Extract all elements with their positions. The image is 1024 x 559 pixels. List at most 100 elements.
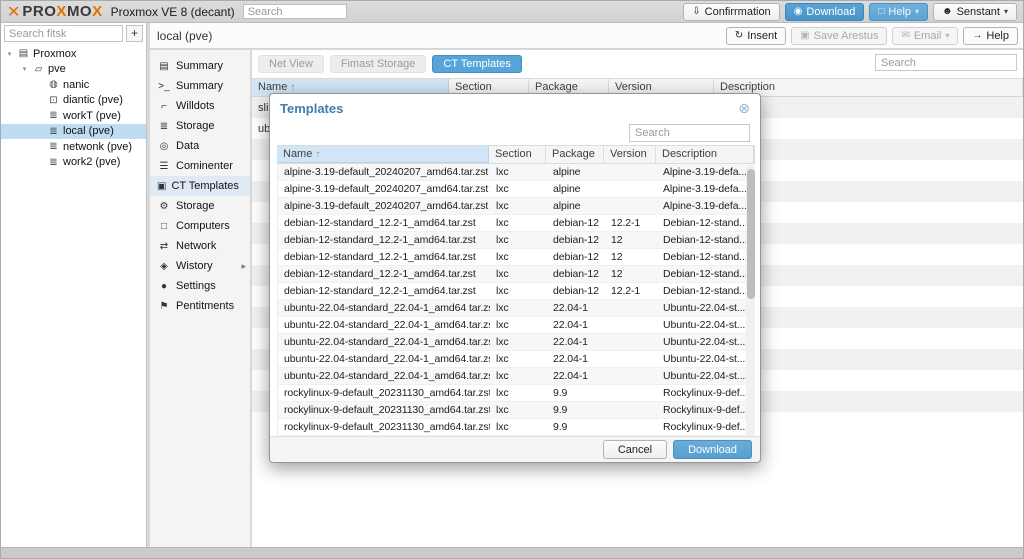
nav-item-label: CT Templates (171, 180, 238, 192)
scrollbar-thumb[interactable] (747, 169, 755, 299)
template-package: 22.04-1 (547, 302, 605, 314)
nav-item[interactable]: ⚙ Storage ▸ (150, 196, 250, 216)
template-description: Ubuntu-22.04-st... (657, 336, 755, 348)
email-button[interactable]: ✉ Email ▾ (892, 27, 958, 45)
dialog-download-button[interactable]: Download (673, 440, 752, 459)
tree-item[interactable]: ▾ ≣ work2 (pve) (1, 155, 146, 171)
template-row[interactable]: ubuntu-22.04-standard_22.04-1_amd64.tar.… (278, 351, 755, 368)
tab[interactable]: Net View (258, 55, 324, 73)
nav-item[interactable]: ◈ Wistory ▸ (150, 256, 250, 276)
tree-item[interactable]: ▾ ▱ pve (1, 62, 146, 78)
tree-filter-input[interactable] (4, 25, 123, 42)
template-row[interactable]: debian-12-standard_12.2-1_amd64.tar.zst … (278, 283, 755, 300)
nav-item[interactable]: >_ Summary ▸ (150, 76, 250, 96)
tab[interactable]: Fimast Storage (330, 55, 427, 73)
dialog-scrollbar[interactable] (746, 165, 755, 440)
template-row[interactable]: alpine-3.19-default_20240207_amd64.tar.z… (278, 164, 755, 181)
template-section: lxc (490, 166, 547, 178)
expander-icon[interactable]: ▾ (5, 50, 14, 58)
tree-item[interactable]: ▾ ≣ local (pve) (1, 124, 146, 140)
sort-asc-icon: ↑ (315, 149, 320, 160)
shield-icon: ◈ (157, 261, 171, 272)
column-header-description[interactable]: Description (656, 146, 754, 163)
global-search-input[interactable] (243, 4, 347, 19)
nav-item[interactable]: ▣ CT Templates ▸ (150, 176, 250, 196)
template-row[interactable]: ubuntu-22.04-standard_22.04-1_amd64.tar.… (278, 334, 755, 351)
column-header-version[interactable]: Version (604, 146, 656, 163)
nav-item[interactable]: ⚑ Pentitments ▸ (150, 296, 250, 316)
dialog-search-input[interactable] (629, 124, 750, 142)
nav-item[interactable]: ▤ Summary ▸ (150, 56, 250, 76)
template-row[interactable]: rockylinux-9-default_20231130_amd64.tar.… (278, 419, 755, 436)
cancel-button[interactable]: Cancel (603, 440, 667, 459)
insert-button[interactable]: ↻ Insent (726, 27, 786, 45)
nav-item[interactable]: ⇄ Network ▸ (150, 236, 250, 256)
tree-item[interactable]: ▾ ≣ workT (pve) (1, 108, 146, 124)
node-toolbar: local (pve) ↻ Insent ▣ Save Arestus ✉ Em… (150, 23, 1023, 49)
template-row[interactable]: debian-12-standard_12.2-1_amd64.tar.zst … (278, 215, 755, 232)
dialog-grid-body: alpine-3.19-default_20240207_amd64.tar.z… (277, 164, 755, 439)
template-package: 22.04-1 (547, 370, 605, 382)
user-menu-button[interactable]: ☻ Senstant ▾ (933, 3, 1017, 21)
nav-item-label: Data (176, 140, 199, 152)
download-button[interactable]: ◉ Download (785, 3, 865, 21)
nav-item[interactable]: ● Settings ▸ (150, 276, 250, 296)
template-package: 9.9 (547, 387, 605, 399)
template-icon: ▣ (157, 181, 166, 192)
template-name: rockylinux-9-default_20231130_amd64.tar.… (278, 404, 490, 416)
monitor-icon: ⊡ (47, 95, 60, 106)
template-row[interactable]: rockylinux-9-default_20231130_amd64.tar.… (278, 402, 755, 419)
nav-item[interactable]: ☰ Cominenter ▸ (150, 156, 250, 176)
template-package: 9.9 (547, 404, 605, 416)
template-row[interactable]: debian-12-standard_12.2-1_amd64.tar.zst … (278, 232, 755, 249)
column-header-description[interactable]: Description (714, 79, 1023, 96)
column-header-section[interactable]: Section (489, 146, 546, 163)
confirmation-button[interactable]: ⇩ Confirrmation (683, 3, 779, 21)
template-row[interactable]: debian-12-standard_12.2-1_amd64.tar.zst … (278, 249, 755, 266)
breadcrumb: local (pve) (155, 29, 212, 43)
template-description: Rockylinux-9-def... (657, 387, 755, 399)
user-icon: ☻ (942, 7, 953, 17)
tree-item[interactable]: ▾ ⊡ diantic (pve) (1, 93, 146, 109)
template-name: ubuntu-22.04-standard_22.04-1_amd64.tar.… (278, 353, 490, 365)
storage-icon: ≣ (157, 121, 171, 132)
database-icon: ≣ (47, 157, 60, 168)
tree-item[interactable]: ▾ ▤ Proxmox (1, 46, 146, 62)
template-row[interactable]: ubuntu-22.04-standard_22.04-1_amd64.tar.… (278, 368, 755, 385)
nav-item[interactable]: ◎ Data ▸ (150, 136, 250, 156)
email-icon: ✉ (901, 31, 909, 41)
tab[interactable]: CT Templates (432, 55, 521, 73)
template-name: debian-12-standard_12.2-1_amd64.tar.zst (278, 268, 490, 280)
template-description: Debian-12-stand... (657, 251, 755, 263)
dialog-table: Name ↑ Section Package Version Descripti… (277, 145, 755, 439)
template-description: Ubuntu-22.04-st... (657, 302, 755, 314)
save-button[interactable]: ▣ Save Arestus (791, 27, 887, 45)
tree-item[interactable]: ▾ ≣ netwonk (pve) (1, 139, 146, 155)
help-button[interactable]: → Help (963, 27, 1018, 45)
column-header-package[interactable]: Package (546, 146, 604, 163)
nav-item-label: Summary (176, 80, 223, 92)
column-header-name[interactable]: Name ↑ (277, 146, 489, 163)
template-row[interactable]: ubuntu-22.04-standard_22.04-1_amd64 tar.… (278, 300, 755, 317)
nav-item[interactable]: ⌐ Willdots ▸ (150, 96, 250, 116)
template-row[interactable]: rockylinux-9-default_20231130_amd64.tar.… (278, 385, 755, 402)
template-row[interactable]: ubuntu-22.04-standard_22.04-1_amd64.tar.… (278, 317, 755, 334)
tree-item[interactable]: ▾ ◍ nanic (1, 77, 146, 93)
grid-search-input[interactable] (875, 54, 1017, 71)
template-version: 12 (605, 251, 657, 263)
nav-item[interactable]: □ Computers ▸ (150, 216, 250, 236)
template-row[interactable]: debian-12-standard_12.2-1_amd64.tar.zst … (278, 266, 755, 283)
template-row[interactable]: alpine-3.19-default_20240207_amd64.tar.z… (278, 198, 755, 215)
logo-text: PROXMOX (22, 3, 102, 20)
nav-item[interactable]: ≣ Storage ▸ (150, 116, 250, 136)
template-name: ubuntu-22.04-standard_22.04-1_amd64.tar.… (278, 336, 490, 348)
help-menu-button[interactable]: □ Help ▾ (869, 3, 928, 21)
dialog-title: Templates (280, 101, 343, 116)
expander-icon[interactable]: ▾ (20, 65, 29, 73)
template-row[interactable]: alpine-3.19-default_20240207_amd64.tar.z… (278, 181, 755, 198)
template-description: Alpine-3.19-defa... (657, 200, 755, 212)
tree-search-row: + (1, 23, 146, 44)
tree-add-button[interactable]: + (126, 25, 143, 42)
dialog-header[interactable]: Templates ⊗ (270, 94, 760, 122)
close-icon[interactable]: ⊗ (738, 101, 750, 115)
